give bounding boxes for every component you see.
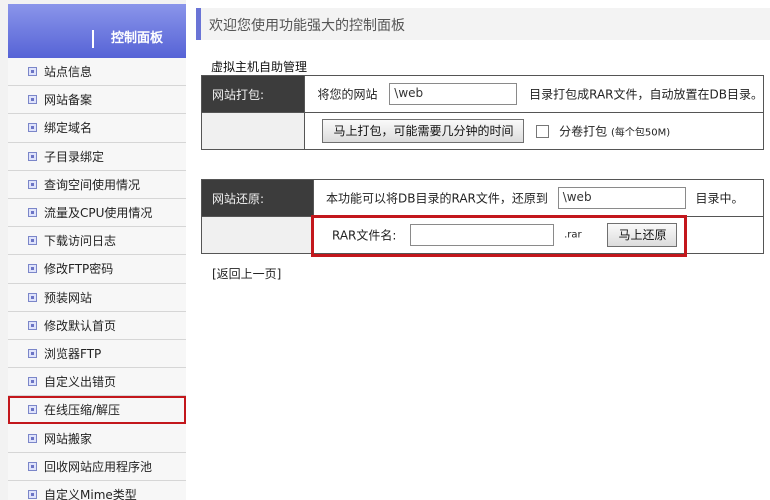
restore-path-input[interactable]: \web xyxy=(557,187,686,209)
restore-prefix: 本功能可以将DB目录的RAR文件，还原到 xyxy=(326,191,548,206)
sidebar-item-label: 站点信息 xyxy=(44,65,93,80)
sidebar-item-traffic-cpu[interactable]: 流量及CPU使用情况 xyxy=(8,198,186,228)
pack-button[interactable]: 马上打包，可能需要几分钟的时间 xyxy=(322,119,525,143)
bullet-icon xyxy=(28,348,37,358)
sidebar-item-site-migration[interactable]: 网站搬家 xyxy=(8,424,186,453)
bullet-icon xyxy=(28,489,37,499)
page-title: 欢迎您使用功能强大的控制面板 xyxy=(209,18,405,34)
restore-empty-label xyxy=(201,216,314,254)
sidebar-item-label: 绑定域名 xyxy=(44,121,93,136)
pack-path-input[interactable]: \web xyxy=(389,83,518,105)
sidebar-item-label: 修改FTP密码 xyxy=(44,262,114,277)
bullet-icon xyxy=(28,123,37,133)
sidebar-item-label: 网站搬家 xyxy=(44,431,93,446)
page-header: 欢迎您使用功能强大的控制面板 xyxy=(196,8,770,40)
sidebar: 控制面板 站点信息 网站备案 绑定域名 子目录绑定 查询空间使用情况 流量及CP… xyxy=(0,0,186,500)
sidebar-nav: 站点信息 网站备案 绑定域名 子目录绑定 查询空间使用情况 流量及CPU使用情况… xyxy=(8,58,186,500)
pack-action-row: 马上打包，可能需要几分钟的时间 分卷打包 (每个包50M) xyxy=(304,112,764,150)
bullet-icon xyxy=(28,264,37,274)
restore-action-row: RAR文件名: .rar 马上还原 xyxy=(313,216,764,254)
sidebar-item-label: 回收网站应用程序池 xyxy=(44,459,153,474)
pack-row: 将您的网站 \web 目录打包成RAR文件，自动放置在DB目录。 xyxy=(304,75,764,113)
sidebar-item-online-compress[interactable]: 在线压缩/解压 xyxy=(8,396,186,425)
pack-label: 网站打包: xyxy=(200,75,306,113)
sidebar-item-label: 下载访问日志 xyxy=(44,234,117,249)
split-archive-checkbox[interactable] xyxy=(536,124,550,138)
bullet-icon xyxy=(28,292,37,302)
sidebar-item-label: 网站备案 xyxy=(44,93,93,108)
restore-suffix: 目录中。 xyxy=(695,191,744,206)
sidebar-item-subdir-binding[interactable]: 子目录绑定 xyxy=(8,142,186,171)
sidebar-item-space-usage[interactable]: 查询空间使用情况 xyxy=(8,170,186,199)
back-link[interactable]: [返回上一页] xyxy=(212,265,281,282)
bullet-icon xyxy=(28,179,37,189)
sidebar-item-preinstall-site[interactable]: 预装网站 xyxy=(8,283,186,312)
pack-empty-label xyxy=(200,112,306,150)
sidebar-item-icp-record[interactable]: 网站备案 xyxy=(8,86,186,115)
bullet-icon xyxy=(28,67,37,77)
sidebar-item-error-page[interactable]: 自定义出错页 xyxy=(8,368,186,397)
bullet-icon xyxy=(28,433,37,443)
bullet-icon xyxy=(28,320,37,330)
split-archive-label: 分卷打包 xyxy=(559,124,608,139)
sidebar-item-label: 自定义出错页 xyxy=(44,375,117,390)
sidebar-item-label: 浏览器FTP xyxy=(44,346,102,361)
sidebar-item-ftp-password[interactable]: 修改FTP密码 xyxy=(8,255,186,284)
sidebar-item-label: 子目录绑定 xyxy=(44,149,105,164)
sidebar-title: 控制面板 xyxy=(111,31,164,46)
pack-suffix: 目录打包成RAR文件，自动放置在DB目录。 xyxy=(529,87,763,102)
sidebar-item-label: 流量及CPU使用情况 xyxy=(44,206,153,221)
sidebar-item-site-info[interactable]: 站点信息 xyxy=(8,58,186,87)
pack-prefix: 将您的网站 xyxy=(317,87,378,102)
sidebar-item-access-log[interactable]: 下载访问日志 xyxy=(8,227,186,256)
rar-filename-label: RAR文件名: xyxy=(332,228,397,243)
sidebar-header: 控制面板 xyxy=(8,4,186,58)
sidebar-item-label: 自定义Mime类型 xyxy=(44,487,137,500)
pack-table: 网站打包: 将您的网站 \web 目录打包成RAR文件，自动放置在DB目录。 马… xyxy=(200,75,764,150)
sidebar-item-browser-ftp[interactable]: 浏览器FTP xyxy=(8,339,186,369)
bullet-icon xyxy=(28,151,37,161)
sidebar-item-label: 修改默认首页 xyxy=(44,318,117,333)
sidebar-item-recycle-app-pool[interactable]: 回收网站应用程序池 xyxy=(8,452,186,481)
sidebar-item-mime-types[interactable]: 自定义Mime类型 xyxy=(8,480,186,500)
bullet-icon xyxy=(28,95,37,105)
rar-filename-input[interactable] xyxy=(410,224,555,246)
restore-label: 网站还原: xyxy=(201,179,314,217)
bullet-icon xyxy=(28,405,37,415)
bullet-icon xyxy=(28,236,37,246)
restore-row: 本功能可以将DB目录的RAR文件，还原到 \web 目录中。 xyxy=(313,179,764,217)
sidebar-item-label: 在线压缩/解压 xyxy=(44,403,121,418)
header-divider xyxy=(92,30,94,48)
restore-table: 网站还原: 本功能可以将DB目录的RAR文件，还原到 \web 目录中。 RAR… xyxy=(201,179,764,254)
sidebar-item-default-page[interactable]: 修改默认首页 xyxy=(8,311,186,340)
bullet-icon xyxy=(28,208,37,218)
sidebar-item-label: 预装网站 xyxy=(44,290,93,305)
rar-extension: .rar xyxy=(564,229,582,241)
section-caption: 虚拟主机自助管理 xyxy=(211,60,308,74)
sidebar-item-label: 查询空间使用情况 xyxy=(44,177,141,192)
restore-button[interactable]: 马上还原 xyxy=(607,223,678,247)
sidebar-item-bind-domain[interactable]: 绑定域名 xyxy=(8,114,186,143)
bullet-icon xyxy=(28,461,37,471)
split-archive-note: (每个包50M) xyxy=(610,127,671,139)
bullet-icon xyxy=(28,377,37,387)
